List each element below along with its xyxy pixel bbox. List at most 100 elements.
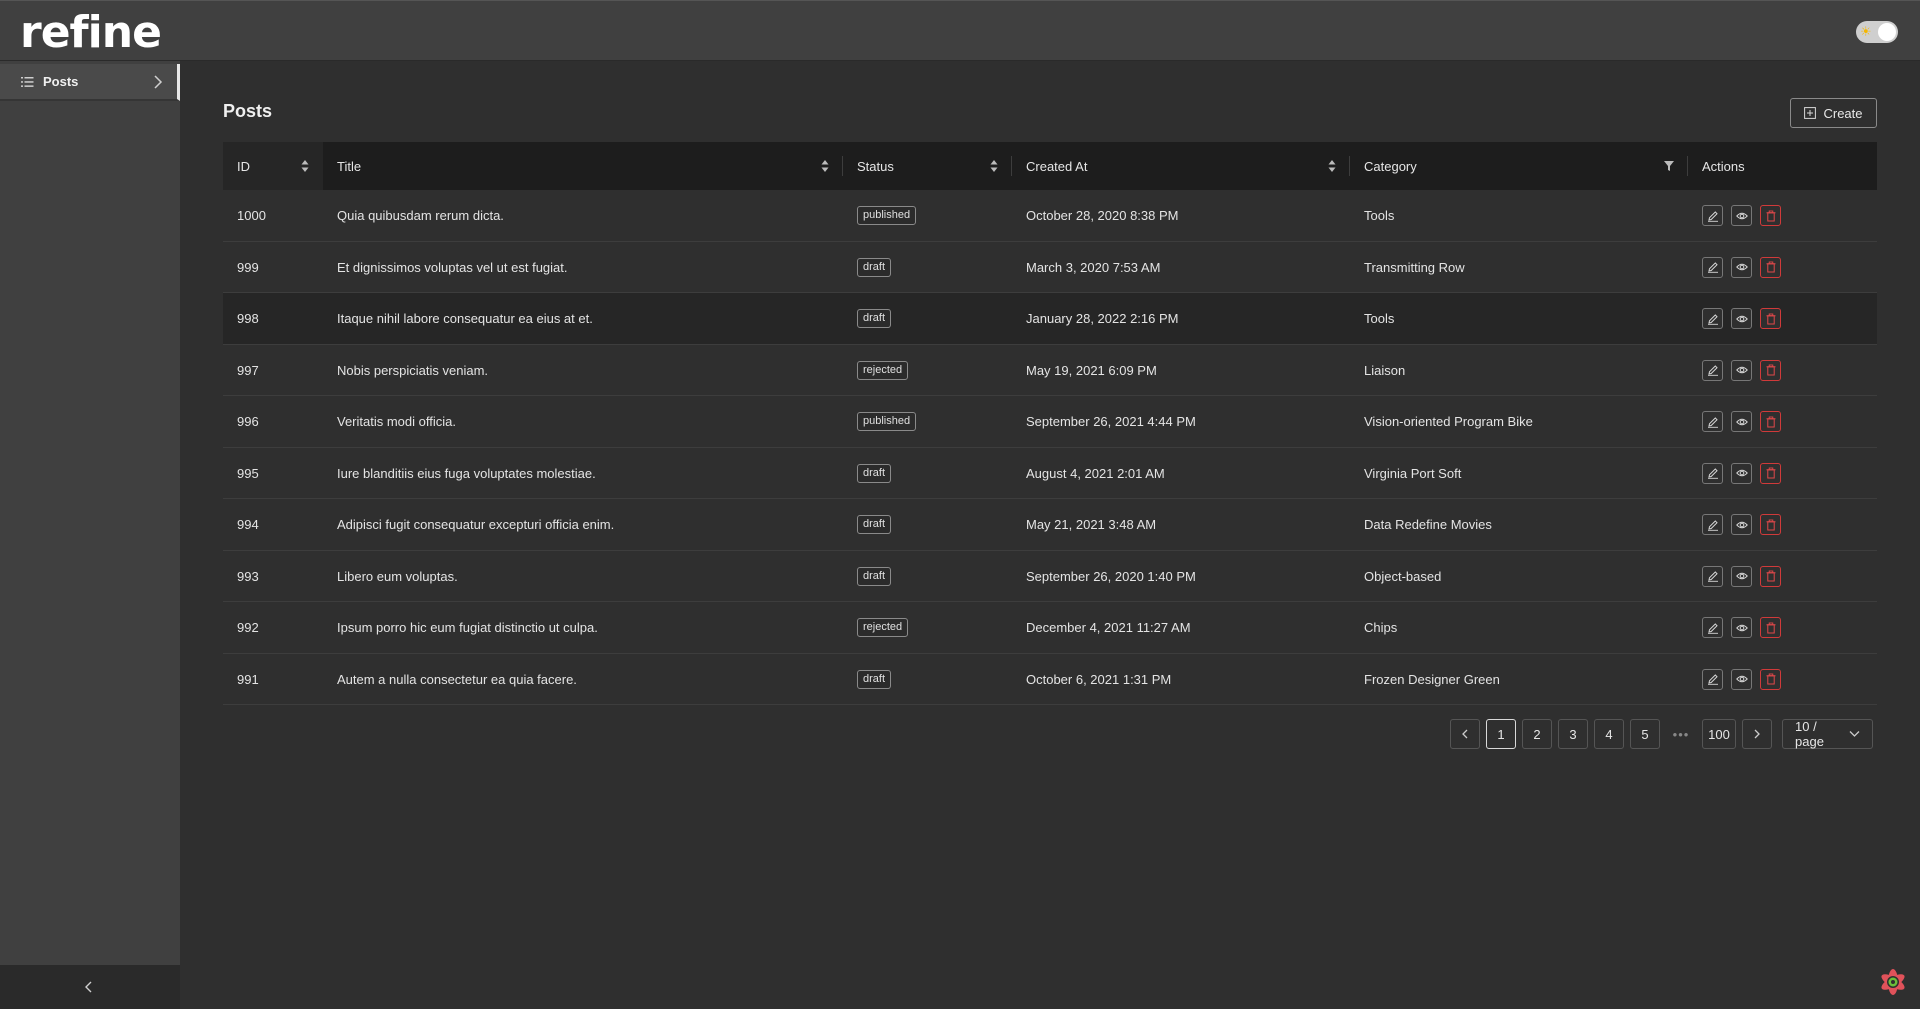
edit-button[interactable] [1702,411,1723,432]
edit-button[interactable] [1702,359,1723,381]
status-badge: draft [857,257,892,277]
sort-icon[interactable] [301,159,309,173]
sort-icon[interactable] [1328,159,1336,173]
theme-toggle[interactable]: ☀ [1856,21,1898,43]
edit-button[interactable] [1702,617,1723,638]
sidebar-item-label: Posts [43,74,79,89]
cell-actions [1688,551,1877,602]
status-badge: draft [857,309,892,328]
show-button[interactable] [1731,617,1752,638]
show-button[interactable] [1731,205,1752,226]
show-button[interactable] [1731,359,1752,381]
page-5-button[interactable]: 5 [1630,719,1660,749]
column-header-category[interactable]: Category [1350,142,1688,190]
cell-id: 995 [237,465,259,481]
edit-button[interactable] [1702,668,1723,690]
cell-status: draft [843,242,1012,293]
filter-icon[interactable] [1664,161,1674,171]
edit-button[interactable] [1702,308,1723,329]
page-ellipsis[interactable]: ••• [1666,719,1696,749]
column-header-actions: Actions [1702,158,1745,174]
delete-button[interactable] [1760,462,1781,484]
show-button[interactable] [1731,462,1752,484]
cell-title: Adipisci fugit consequatur excepturi off… [337,517,615,532]
show-button[interactable] [1731,411,1752,432]
cell-title: Quia quibusdam rerum dicta. [337,208,504,223]
delete-button[interactable] [1760,514,1781,535]
trash-icon [1766,673,1775,685]
plus-square-icon [1804,107,1817,119]
cell-title: Libero eum voluptas. [337,568,458,584]
table-row: 999 Et dignissimos voluptas vel ut est fu… [223,242,1877,293]
edit-button[interactable] [1702,205,1723,226]
chevron-left-icon [1462,729,1468,739]
page-title: Posts [223,101,273,121]
cell-status: published [843,190,1012,241]
page-2-button[interactable]: 2 [1522,719,1552,749]
cell-category: Tools [1364,208,1395,223]
edit-button[interactable] [1702,514,1723,535]
edit-button[interactable] [1702,565,1723,587]
cell-status: rejected [843,602,1012,653]
table-row: 994 Adipisci fugit consequatur excepturi … [223,499,1877,551]
cell-title: Autem a nulla consectetur ea quia facere… [337,671,577,687]
refine-logo[interactable]: refine [20,11,162,55]
page-size-value: 10 / page [1795,719,1824,749]
show-button[interactable] [1731,514,1752,535]
cell-id: 993 [237,568,259,584]
column-header-created-at[interactable]: Created At [1012,142,1350,190]
delete-button[interactable] [1760,668,1781,690]
show-button[interactable] [1731,565,1752,587]
delete-button[interactable] [1760,308,1781,329]
page-100-button[interactable]: 100 [1702,719,1736,749]
delete-button[interactable] [1760,617,1781,638]
cell-id: 1000 [237,208,266,223]
column-header-title[interactable]: Title [323,142,843,190]
cell-status: draft [843,654,1012,705]
table-row: 995 Iure blanditiis eius fuga voluptates … [223,448,1877,499]
page-4-button[interactable]: 4 [1594,719,1624,749]
page-1-button[interactable]: 1 [1486,719,1516,749]
page-3-button[interactable]: 3 [1558,719,1588,749]
delete-button[interactable] [1760,205,1781,226]
show-button[interactable] [1731,256,1752,278]
sort-icon[interactable] [990,159,998,173]
sidebar-collapse-button[interactable] [0,965,180,1009]
trash-icon [1766,519,1775,530]
edit-button[interactable] [1702,462,1723,484]
delete-button[interactable] [1760,411,1781,432]
eye-icon [1735,469,1748,477]
show-button[interactable] [1731,308,1752,329]
delete-button[interactable] [1760,256,1781,278]
edit-button[interactable] [1702,256,1723,278]
column-header-id[interactable]: ID [223,142,323,190]
trash-icon [1766,622,1775,633]
status-badge: draft [857,669,892,689]
cell-created-at: August 4, 2021 2:01 AM [1026,465,1165,481]
sort-icon[interactable] [821,159,829,173]
create-button[interactable]: Create [1790,98,1877,128]
delete-button[interactable] [1760,565,1781,587]
column-header-status[interactable]: Status [843,142,1012,190]
cell-actions [1688,293,1877,344]
cell-status: draft [843,499,1012,550]
sidebar-item-posts[interactable]: Posts [0,64,180,101]
cell-actions [1688,396,1877,447]
trash-icon [1766,416,1775,427]
show-button[interactable] [1731,668,1752,690]
cell-created-at: September 26, 2020 1:40 PM [1026,568,1196,584]
delete-button[interactable] [1760,359,1781,381]
status-badge: rejected [857,360,909,380]
devtools-icon[interactable] [1876,965,1910,999]
prev-page-button[interactable] [1450,719,1480,749]
toggle-knob [1878,23,1896,41]
table-row: 992 Ipsum porro hic eum fugiat distinctio… [223,602,1877,654]
eye-icon [1735,263,1748,271]
cell-actions [1688,242,1877,293]
cell-actions [1688,499,1877,550]
chevron-right-icon [154,75,163,89]
page-size-select[interactable]: 10 / page [1782,719,1873,749]
next-page-button[interactable] [1742,719,1772,749]
cell-status: draft [843,551,1012,602]
cell-title: Ipsum porro hic eum fugiat distinctio ut… [337,620,598,635]
